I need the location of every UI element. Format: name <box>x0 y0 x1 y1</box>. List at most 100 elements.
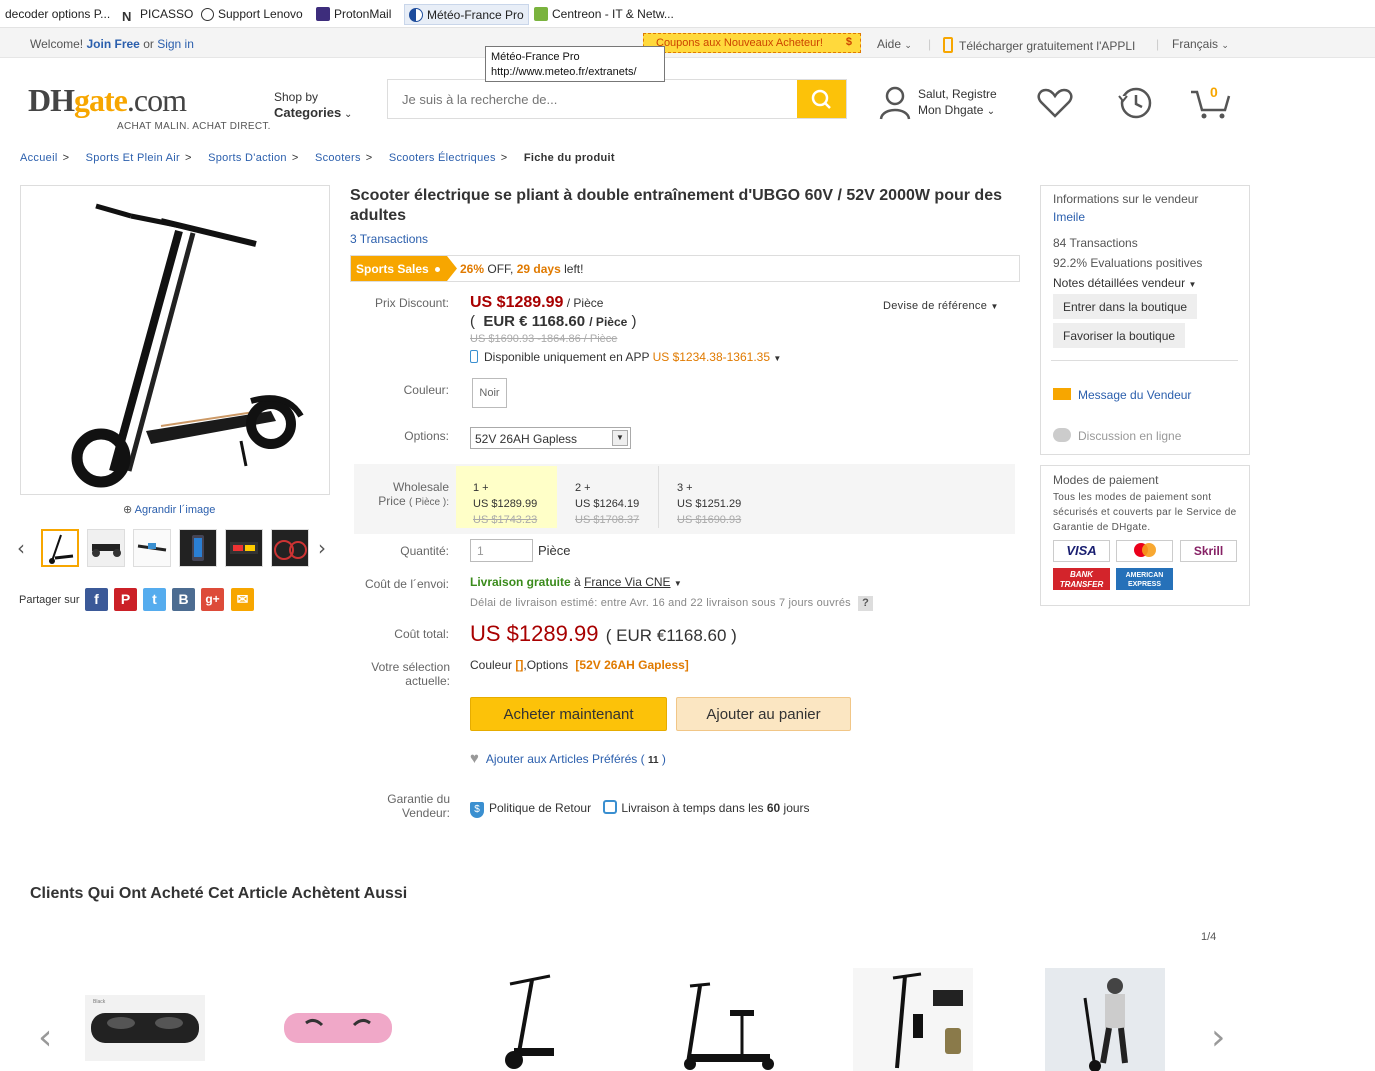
carousel-prev-arrow[interactable]: ‹ <box>38 1017 52 1058</box>
recommended-item[interactable]: Black <box>85 995 205 1061</box>
buy-now-button[interactable]: Acheter maintenant <box>470 697 667 731</box>
carousel-next-arrow[interactable]: › <box>1211 1017 1225 1058</box>
zoom-image-link[interactable]: ⊕ Agrandir l´image <box>123 503 215 516</box>
download-app-link[interactable]: Télécharger gratuitement l'APPLI <box>943 37 1135 53</box>
join-free-link[interactable]: Join Free <box>86 37 139 51</box>
bookmark-protonmail[interactable]: ProtonMail <box>316 7 391 21</box>
thumb-next-arrow[interactable]: › <box>318 536 326 560</box>
help-icon[interactable]: ? <box>858 596 874 611</box>
shop-by-categories[interactable]: Shop by Categories ⌄ <box>274 89 352 123</box>
heart-icon[interactable] <box>1036 87 1074 119</box>
color-option-noir[interactable]: Noir <box>472 378 507 408</box>
price-label: Prix Discount: <box>374 296 449 310</box>
breadcrumb-item[interactable]: Scooters Électriques <box>389 152 496 164</box>
my-dhgate-label: Mon Dhgate <box>918 103 984 117</box>
search-button[interactable] <box>797 80 846 118</box>
add-to-wishlist[interactable]: ♥ Ajouter aux Articles Préférés ( 11 ) <box>470 750 666 767</box>
carousel-pager: 1/4 <box>1201 931 1217 943</box>
scooter-image <box>71 203 304 488</box>
quantity-input[interactable] <box>470 539 533 562</box>
on-time-delivery[interactable]: Livraison à temps dans les 60 jours <box>621 801 809 815</box>
handlebar-thumb <box>137 543 167 552</box>
top-strip: Welcome! Join Free or Sign in Coupons au… <box>0 28 1375 58</box>
google-plus-icon[interactable]: g+ <box>201 588 224 611</box>
help-menu[interactable]: Aide ⌄ <box>877 37 912 51</box>
app-only-price[interactable]: Disponible uniquement en APP US $1234.38… <box>470 350 781 364</box>
delivery-estimate: Délai de livraison estimé: entre Avr. 16… <box>470 596 874 611</box>
email-icon[interactable]: ✉ <box>231 588 254 611</box>
vk-icon[interactable]: B <box>172 588 195 611</box>
breadcrumb-item[interactable]: Sports D'action <box>208 152 287 164</box>
greeting: Salut, Registre <box>918 87 997 101</box>
bookmark-label: decoder options P... <box>5 7 111 21</box>
breadcrumb-item[interactable]: Scooters <box>315 152 361 164</box>
scooter-thumb <box>49 534 74 564</box>
bookmark-centreon[interactable]: Centreon - IT & Netw... <box>534 7 674 21</box>
bookmark-support-lenovo[interactable]: Support Lenovo <box>201 7 303 21</box>
visa-icon: VISA <box>1053 540 1110 562</box>
thumbnail[interactable] <box>225 529 263 567</box>
seller-name[interactable]: Imeile <box>1053 210 1085 224</box>
facebook-icon[interactable]: f <box>85 588 108 611</box>
thumbnail[interactable] <box>41 529 79 567</box>
thumbnail[interactable] <box>133 529 171 567</box>
shop-by-label: Shop by <box>274 90 319 104</box>
currency-reference[interactable]: Devise de référence ▼ <box>883 300 999 312</box>
dhgate-logo[interactable]: DHgate.com <box>28 82 187 119</box>
guarantees: $ Politique de Retour Livraison à temps d… <box>470 800 810 818</box>
live-chat[interactable]: Discussion en ligne <box>1053 428 1181 443</box>
bank-transfer-icon: BANK TRANSFER <box>1053 568 1110 590</box>
bookmark-picasso[interactable]: N PICASSO <box>122 7 193 24</box>
thumbnail[interactable] <box>179 529 217 567</box>
protonmail-icon <box>316 7 330 21</box>
guarantee-label: Garantie du Vendeur: <box>387 792 450 820</box>
seller-ratings[interactable]: Notes détaillées vendeur ▼ <box>1053 276 1196 290</box>
history-icon[interactable] <box>1117 86 1155 120</box>
bookmark-meteo-france[interactable]: Météo-France Pro <box>404 4 529 25</box>
search-input[interactable] <box>388 80 798 118</box>
folded-scooter-thumb <box>92 544 121 557</box>
coupon-banner[interactable]: Coupons aux Nouveaux Acheteur! $ <box>643 33 861 53</box>
total-price: US $1289.99 ( EUR €1168.60 ) <box>470 621 737 646</box>
bookmark-decoder[interactable]: decoder options P... <box>5 7 110 21</box>
favorite-store-button[interactable]: Favoriser la boutique <box>1053 323 1186 348</box>
recommended-item[interactable] <box>470 968 590 1071</box>
tooltip-url: http://www.meteo.fr/extranets/ <box>491 66 637 78</box>
add-to-cart-button[interactable]: Ajouter au panier <box>676 697 851 731</box>
dollar-icon: $ <box>845 36 852 48</box>
display-thumb <box>230 542 258 554</box>
twitter-icon[interactable]: t <box>143 588 166 611</box>
mobile-icon <box>470 350 478 363</box>
app-screen-thumb <box>192 535 204 561</box>
color-label: Couleur: <box>403 383 449 397</box>
recommended-item[interactable] <box>660 968 790 1071</box>
thumbnail[interactable] <box>271 529 309 567</box>
product-main-image[interactable] <box>20 185 330 495</box>
options-value: 52V 26AH Gapless <box>475 432 578 446</box>
breadcrumb: Accueil > Sports Et Plein Air > Sports D'a… <box>20 152 615 164</box>
pinterest-icon[interactable]: P <box>114 588 137 611</box>
cart-count: 0 <box>1210 84 1218 100</box>
breadcrumb-item[interactable]: Accueil <box>20 152 58 164</box>
wheel-thumb <box>274 540 307 560</box>
recommended-item[interactable] <box>278 995 398 1061</box>
message-seller[interactable]: Message du Vendeur <box>1053 388 1191 402</box>
thumbnail[interactable] <box>87 529 125 567</box>
breadcrumb-item[interactable]: Sports Et Plein Air <box>86 152 180 164</box>
sign-in-link[interactable]: Sign in <box>157 37 194 51</box>
return-policy[interactable]: Politique de Retour <box>489 801 591 815</box>
payment-box: Modes de paiement Tous les modes de paie… <box>1040 465 1250 606</box>
shipping-destination[interactable]: France Via CNE <box>584 575 670 589</box>
recommended-item[interactable] <box>853 968 973 1071</box>
recommended-item[interactable] <box>1045 968 1165 1071</box>
user-icon[interactable] <box>878 85 912 121</box>
tooltip-title: Météo-France Pro <box>491 51 580 63</box>
envelope-icon <box>1053 388 1071 400</box>
thumb-prev-arrow[interactable]: ‹ <box>17 536 25 560</box>
language-select[interactable]: Français ⌄ <box>1172 37 1229 51</box>
enter-store-button[interactable]: Entrer dans la boutique <box>1053 294 1198 319</box>
options-select[interactable]: 52V 26AH Gapless ▼ <box>470 427 631 449</box>
transactions-link[interactable]: 3 Transactions <box>350 232 428 246</box>
account-menu[interactable]: Salut, Registre Mon Dhgate ⌄ <box>918 86 997 120</box>
zoom-icon: ⊕ <box>123 504 135 516</box>
